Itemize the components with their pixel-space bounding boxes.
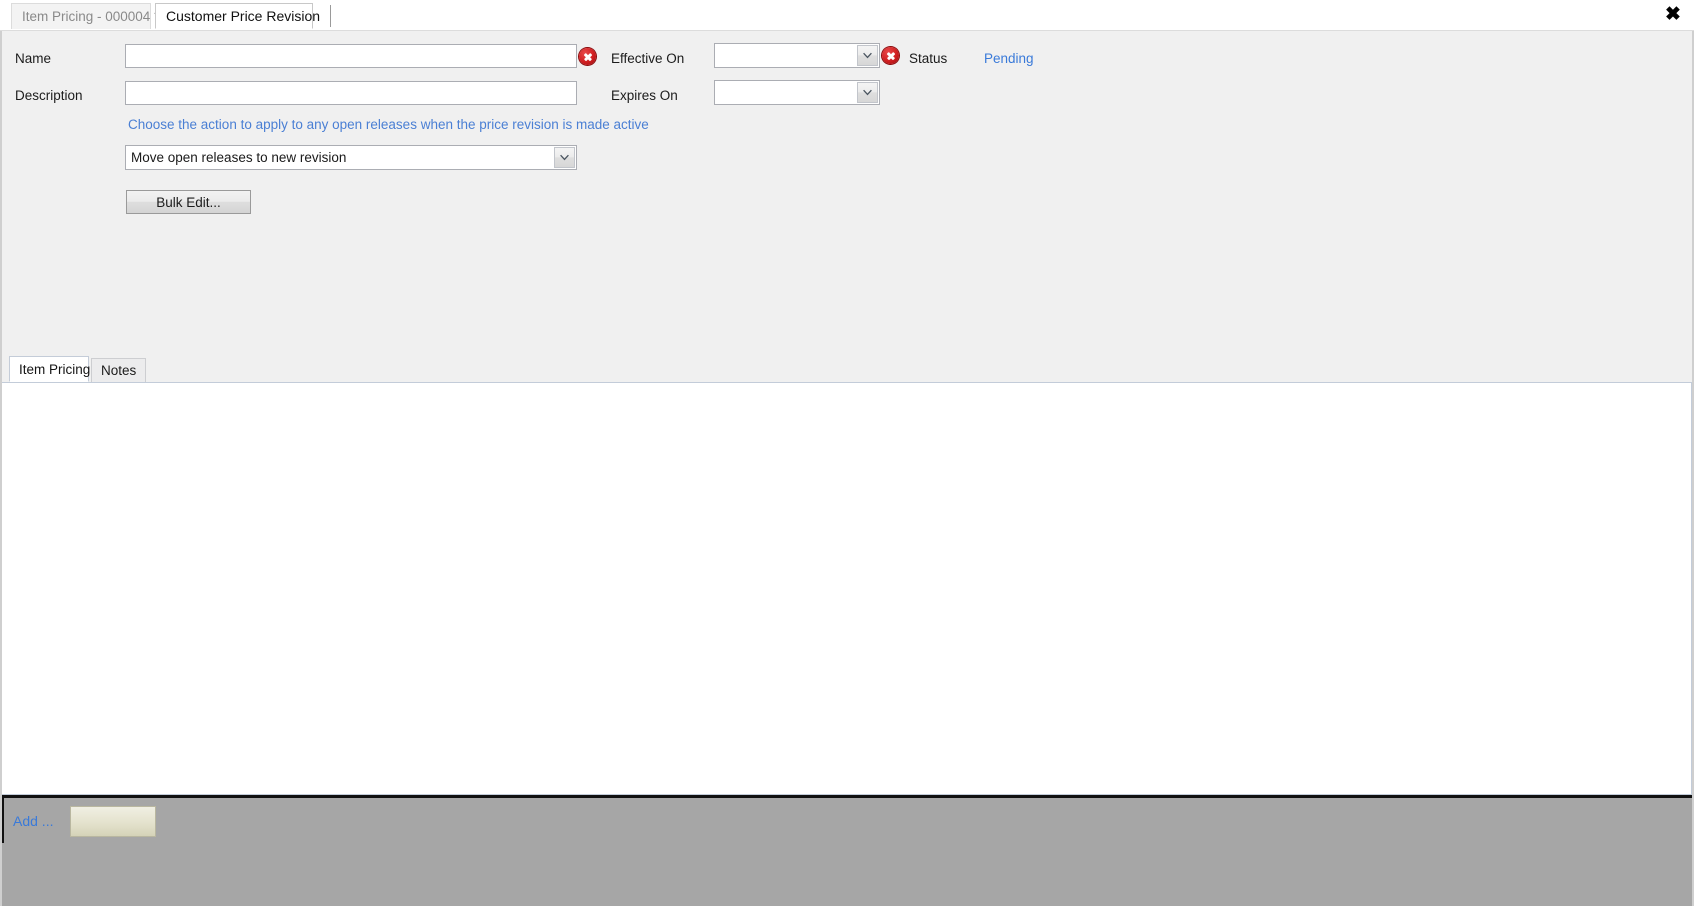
document-tab-item-pricing[interactable]: Item Pricing - 000004 * <box>11 3 159 29</box>
window-left-edge <box>0 31 2 914</box>
document-tabstrip: Item Pricing - 000004 * Customer Price R… <box>0 0 1694 31</box>
document-tab-label: Customer Price Revision <box>166 8 321 24</box>
statusbar-filler <box>1 843 1692 913</box>
bulk-edit-button[interactable]: Bulk Edit... <box>126 190 251 214</box>
status-label: Status <box>909 51 948 66</box>
detail-tabstrip: Item Pricing Notes <box>1 356 1693 383</box>
add-row-bar: Add ... <box>1 795 1692 843</box>
chevron-down-icon[interactable] <box>554 147 575 168</box>
description-input[interactable] <box>125 81 577 105</box>
item-pricing-grid[interactable] <box>1 382 1692 795</box>
window-bottom-edge <box>0 906 1694 914</box>
name-error-icon <box>579 48 596 65</box>
document-tab-customer-price-revision[interactable]: Customer Price Revision <box>155 3 320 29</box>
effective-on-error-icon <box>882 47 899 64</box>
document-tab-label: Item Pricing - 000004 * <box>22 9 160 24</box>
status-badge[interactable]: Pending <box>984 51 1034 66</box>
application-window: Item Pricing - 000004 * Customer Price R… <box>0 0 1694 914</box>
name-input[interactable] <box>125 44 577 68</box>
add-row-cell[interactable] <box>70 806 156 837</box>
close-icon[interactable]: ✖ <box>1656 0 1690 30</box>
expires-on-label: Expires On <box>611 88 678 103</box>
add-link[interactable]: Add ... <box>13 813 53 829</box>
effective-on-label: Effective On <box>611 51 685 66</box>
tab-label: Notes <box>101 363 137 378</box>
header-form-panel: Name Description Effective On Expires On <box>1 31 1693 356</box>
open-release-action-value: Move open releases to new revision <box>131 150 347 165</box>
item-pricing-grid-body <box>2 383 1691 794</box>
tab-notes[interactable]: Notes <box>91 358 146 382</box>
tab-label: Item Pricing <box>19 362 91 377</box>
effective-on-date-combo[interactable] <box>714 43 880 68</box>
tabstrip-caret <box>330 5 331 27</box>
open-release-action-select[interactable]: Move open releases to new revision <box>125 145 577 170</box>
open-release-action-hint: Choose the action to apply to any open r… <box>128 117 649 132</box>
description-label: Description <box>15 88 83 103</box>
expires-on-date-combo[interactable] <box>714 80 880 105</box>
chevron-down-icon[interactable] <box>857 82 878 103</box>
tab-item-pricing[interactable]: Item Pricing <box>9 356 91 382</box>
name-label: Name <box>15 51 52 66</box>
chevron-down-icon[interactable] <box>857 45 878 66</box>
